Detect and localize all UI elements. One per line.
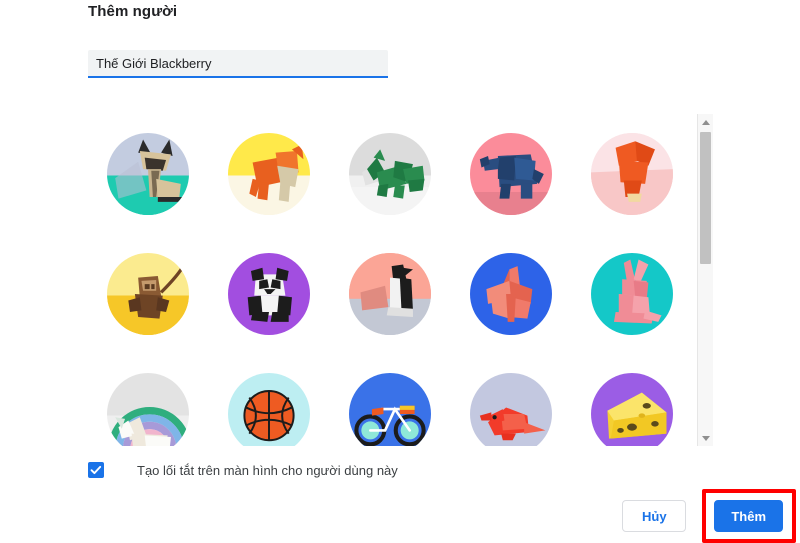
avatar-cell[interactable] (330, 354, 450, 446)
profile-name-input[interactable] (88, 50, 388, 78)
avatar-scrollbar[interactable] (697, 114, 713, 446)
avatar-monkey-icon[interactable] (107, 253, 189, 335)
name-field-container (88, 50, 388, 80)
avatar-cell[interactable] (209, 114, 329, 234)
check-icon (90, 465, 102, 475)
avatar-cell[interactable] (88, 114, 208, 234)
avatar-cell[interactable] (88, 234, 208, 354)
dialog-actions: Hủy Thêm (622, 489, 796, 543)
avatar-grid[interactable] (88, 114, 694, 446)
avatar-butterfly-icon[interactable] (470, 253, 552, 335)
avatar-cat-icon[interactable] (107, 133, 189, 215)
submit-button-highlight: Thêm (702, 489, 796, 543)
avatar-cell[interactable] (572, 354, 692, 446)
avatar-penguin-icon[interactable] (349, 253, 431, 335)
avatar-rabbit-icon[interactable] (591, 253, 673, 335)
page-title: Thêm người (88, 3, 178, 20)
avatar-fox-icon[interactable] (591, 133, 673, 215)
desktop-shortcut-row[interactable]: Tạo lối tắt trên màn hình cho người dùng… (88, 462, 398, 478)
avatar-cell[interactable] (209, 234, 329, 354)
avatar-cell[interactable] (572, 234, 692, 354)
avatar-cell[interactable] (209, 354, 329, 446)
scroll-down-button[interactable] (698, 430, 713, 446)
avatar-cell[interactable] (330, 234, 450, 354)
avatar-dragon-icon[interactable] (349, 133, 431, 215)
scrollbar-thumb[interactable] (700, 132, 711, 264)
avatar-cell[interactable] (451, 114, 571, 234)
avatar-bird-icon[interactable] (470, 373, 552, 446)
avatar-cell[interactable] (451, 234, 571, 354)
avatar-elephant-icon[interactable] (470, 133, 552, 215)
desktop-shortcut-label: Tạo lối tắt trên màn hình cho người dùng… (137, 462, 398, 478)
chevron-up-icon (701, 119, 710, 125)
add-button[interactable]: Thêm (714, 500, 783, 532)
scroll-up-button[interactable] (698, 114, 713, 130)
avatar-cell[interactable] (451, 354, 571, 446)
avatar-unicorn-icon[interactable] (107, 373, 189, 446)
avatar-cell[interactable] (572, 114, 692, 234)
avatar-cell[interactable] (330, 114, 450, 234)
avatar-basketball-icon[interactable] (228, 373, 310, 446)
avatar-cell[interactable] (88, 354, 208, 446)
avatar-bicycle-icon[interactable] (349, 373, 431, 446)
desktop-shortcut-checkbox[interactable] (88, 462, 104, 478)
cancel-button[interactable]: Hủy (622, 500, 687, 532)
avatar-picker (88, 114, 713, 446)
avatar-cheese-icon[interactable] (591, 373, 673, 446)
avatar-panda-icon[interactable] (228, 253, 310, 335)
chevron-down-icon (701, 435, 710, 441)
avatar-dog-icon[interactable] (228, 133, 310, 215)
